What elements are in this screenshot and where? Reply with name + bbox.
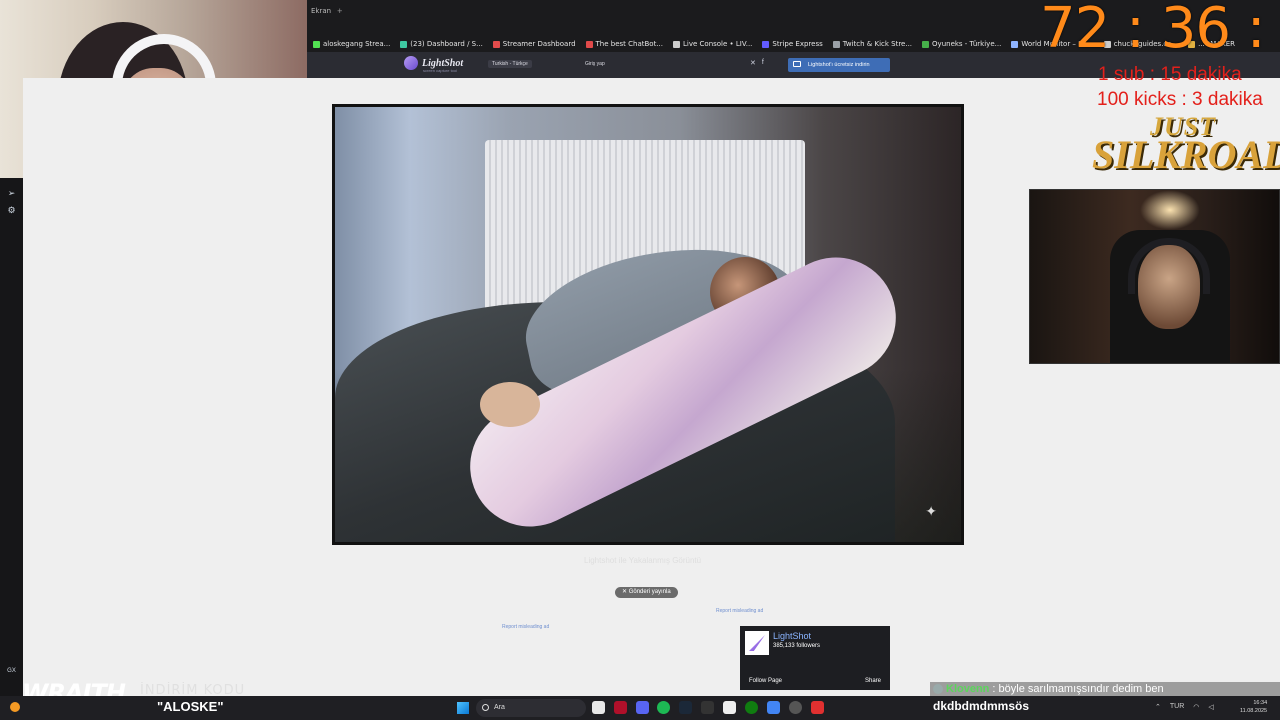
windows-taskbar: "ALOSKE" Ara dkdbdmdmmsös ⌃ TUR ◠ ◁ 16:3… xyxy=(0,696,1280,720)
chat-input-text: dkdbdmdmmsös xyxy=(933,699,1030,713)
chat-avatar-icon xyxy=(933,684,943,694)
system-tray: ⌃ TUR ◠ ◁ xyxy=(1155,703,1214,711)
promo-code: "ALOSKE" xyxy=(157,699,224,714)
send-icon[interactable]: ➢ xyxy=(6,188,17,199)
obs-icon[interactable] xyxy=(789,701,802,714)
browser-sidebar: ➢ ⚙ GX xyxy=(0,178,23,696)
browser-tab[interactable]: Ekran xyxy=(311,7,331,15)
login-link[interactable]: Giriş yap xyxy=(585,61,605,67)
chat-username: Klovenn xyxy=(946,683,990,695)
search-placeholder: Ara xyxy=(494,704,505,711)
bookmark-label: Live Console • LIV... xyxy=(683,40,753,48)
xbox-icon[interactable] xyxy=(745,701,758,714)
bookmark-item[interactable]: Twitch & Kick Stre... xyxy=(832,40,913,48)
bookmark-item[interactable]: Oyuneks - Türkiye... xyxy=(922,40,1001,48)
bookmark-item[interactable]: (23) Dashboard / S... xyxy=(400,40,483,48)
follow-page-button[interactable]: Follow Page xyxy=(749,678,782,684)
chrome-icon[interactable] xyxy=(767,701,780,714)
lamp-light xyxy=(1140,190,1200,230)
bookmark-label: Twitch & Kick Stre... xyxy=(842,40,913,48)
facebook-page-widget: LightShot 385,133 followers Follow Page … xyxy=(740,626,890,690)
gx-icon[interactable]: GX xyxy=(6,666,17,677)
bookmark-label: The best ChatBot... xyxy=(595,40,663,48)
bookmark-favicon-icon xyxy=(492,40,500,48)
chat-overlay-message: Klovenn : böyle sarılmamışsındır dedim b… xyxy=(930,682,1280,696)
bookmark-item[interactable]: Stripe Express xyxy=(762,40,823,48)
bookmark-label: Oyuneks - Türkiye... xyxy=(932,40,1002,48)
logo-tagline: screen capture tool xyxy=(423,68,458,73)
chat-text: : böyle sarılmamışsındır dedim ben xyxy=(992,683,1164,695)
language-indicator[interactable]: TUR xyxy=(1170,703,1184,711)
image-caption: Lightshot ile Yakalanmış Görüntü xyxy=(584,556,702,565)
file-explorer-icon[interactable] xyxy=(592,701,605,714)
clock-time: 16:34 xyxy=(1253,700,1268,706)
bookmark-favicon-icon xyxy=(313,40,320,48)
weather-icon[interactable] xyxy=(10,702,20,712)
clock[interactable]: 16:34 11.08.2025 xyxy=(1240,699,1267,715)
volume-icon[interactable]: ◁ xyxy=(1208,703,1213,711)
tweet-button[interactable]: ✕ Gönderi yayınla xyxy=(615,587,678,598)
fb-followers: 385,133 followers xyxy=(773,643,821,649)
search-icon xyxy=(482,704,489,711)
chevron-up-icon[interactable]: ⌃ xyxy=(1155,703,1161,711)
bookmark-favicon-icon xyxy=(922,40,930,48)
bookmark-item[interactable]: Live Console • LIV... xyxy=(673,40,752,48)
share-button[interactable]: Share xyxy=(865,678,881,684)
logo-name: LightShot xyxy=(422,57,464,69)
webcam-streamer-right xyxy=(1029,189,1280,364)
start-icon[interactable] xyxy=(457,702,469,714)
stream-screen: Ekran + aloskegang Strea... (23) Dashboar… xyxy=(0,0,1280,720)
monitor-icon xyxy=(793,61,801,67)
language-select[interactable]: Turkish - Türkçe xyxy=(488,60,532,68)
bookmark-label: Stripe Express xyxy=(772,40,823,48)
logo-silkroad: SILKROAD xyxy=(1092,132,1280,177)
bookmark-favicon-icon xyxy=(762,40,770,48)
steam-icon[interactable] xyxy=(679,701,692,714)
screenshot-image-frame: ✦ xyxy=(332,104,964,545)
bookmark-favicon-icon xyxy=(585,40,593,48)
bookmark-favicon-icon xyxy=(832,40,840,48)
bookmark-label: aloskegang Strea... xyxy=(323,40,391,48)
taskbar-search[interactable]: Ara xyxy=(476,699,586,717)
bookmark-favicon-icon xyxy=(1011,40,1019,48)
social-links: ✕ f xyxy=(750,59,764,67)
download-button-label: Lightshot'ı ücretsiz indirin xyxy=(808,62,870,68)
bookmark-item[interactable]: aloskegang Strea... xyxy=(313,40,390,48)
facebook-icon[interactable]: f xyxy=(762,59,764,67)
feet xyxy=(480,382,540,427)
captured-screenshot[interactable]: ✦ xyxy=(335,107,961,542)
bookmark-item[interactable]: Streamer Dashboard xyxy=(492,40,576,48)
bookmark-label: Streamer Dashboard xyxy=(502,40,576,48)
bookmark-favicon-icon xyxy=(400,40,408,48)
recorder-icon[interactable] xyxy=(811,701,824,714)
epic-games-icon[interactable] xyxy=(701,701,714,714)
bookmark-item[interactable]: The best ChatBot... xyxy=(585,40,663,48)
just-silkroad-logo: JUST SILKROAD xyxy=(1092,114,1280,177)
download-button[interactable]: Lightshot'ı ücretsiz indirin xyxy=(788,58,890,72)
bookmark-favicon-icon xyxy=(673,40,680,48)
new-tab-button[interactable]: + xyxy=(337,6,342,16)
feather-icon xyxy=(404,56,418,70)
lightshot-page-logo xyxy=(745,631,769,655)
report-ad-link[interactable]: Report misleading ad xyxy=(502,624,549,630)
report-ad-link[interactable]: Report misleading ad xyxy=(716,608,763,614)
wifi-icon[interactable]: ◠ xyxy=(1193,703,1199,711)
subathon-timer: 72 : 36 : 34 xyxy=(1040,0,1280,61)
clock-date: 11.08.2025 xyxy=(1240,708,1268,714)
sparkle-icon: ✦ xyxy=(925,503,937,519)
discord-icon[interactable] xyxy=(636,701,649,714)
bookmark-label: (23) Dashboard / S... xyxy=(410,40,483,48)
opera-gx-icon[interactable] xyxy=(614,701,627,714)
spotify-icon[interactable] xyxy=(657,701,670,714)
settings-icon[interactable]: ⚙ xyxy=(6,205,17,216)
kick-rule: 100 kicks : 3 dakika xyxy=(1097,89,1263,110)
sub-rule: 1 sub : 15 dakika xyxy=(1098,64,1242,85)
app-icon[interactable] xyxy=(723,701,736,714)
twitter-icon[interactable]: ✕ xyxy=(750,59,756,67)
fb-page-title[interactable]: LightShot xyxy=(773,631,811,641)
